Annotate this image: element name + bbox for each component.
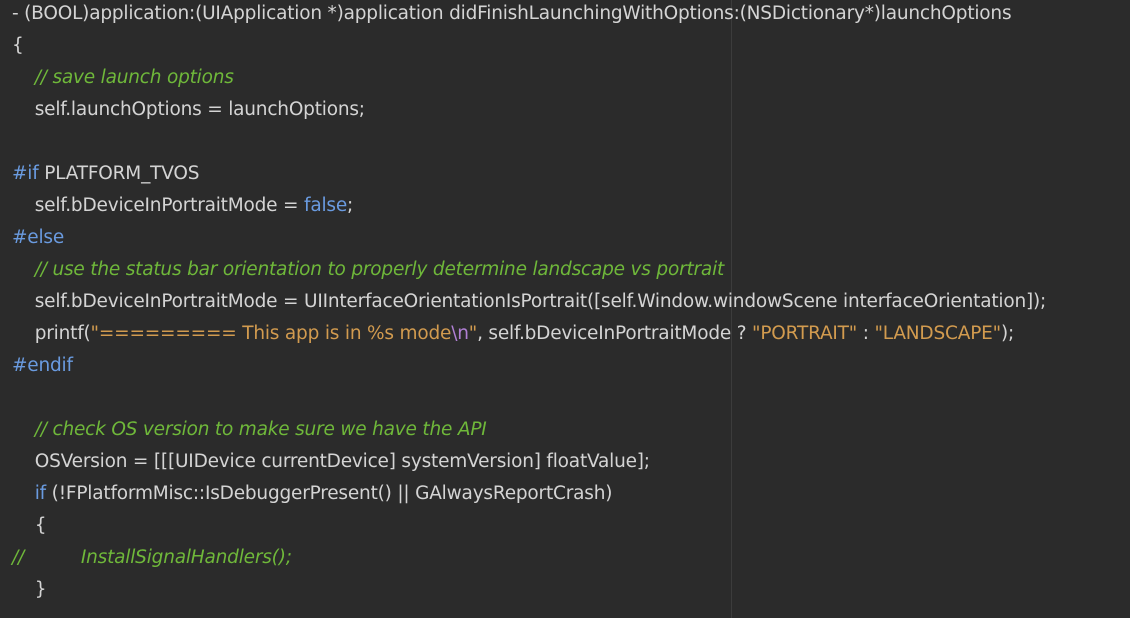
code-line[interactable]: // use the status bar orientation to pro… [12, 254, 725, 286]
code-token-plain: { [12, 515, 47, 536]
code-token-plain: ); [1000, 323, 1015, 344]
code-token-preproc: #if [12, 163, 39, 184]
code-token-string: " [468, 323, 478, 344]
code-token-plain: self.bDeviceInPortraitMode = UIInterface… [12, 291, 1047, 312]
code-line[interactable]: if (!FPlatformMisc::IsDebuggerPresent() … [12, 478, 613, 510]
code-line[interactable]: } [12, 574, 47, 606]
code-token-string: "========= This app is in %s mode [90, 323, 452, 344]
code-token-plain: self.bDeviceInPortraitMode = [12, 195, 305, 216]
code-token-plain: ; [347, 195, 354, 216]
code-line[interactable]: { [12, 510, 47, 542]
code-token-comment: // save launch options [12, 67, 234, 88]
code-line[interactable]: self.bDeviceInPortraitMode = false; [12, 190, 354, 222]
code-line[interactable]: #else [12, 222, 64, 254]
code-line[interactable]: // save launch options [12, 62, 234, 94]
code-token-comment: // use the status bar orientation to pro… [12, 259, 725, 280]
code-editor[interactable]: - (BOOL)application:(UIApplication *)app… [0, 0, 1130, 618]
code-line[interactable]: OSVersion = [[[UIDevice currentDevice] s… [12, 446, 650, 478]
code-token-plain: , self.bDeviceInPortraitMode ? [477, 323, 753, 344]
code-line[interactable]: - (BOOL)application:(UIApplication *)app… [12, 0, 1012, 30]
code-token-string: "PORTRAIT" [752, 323, 858, 344]
code-token-keyword: false [304, 195, 348, 216]
code-token-string: "LANDSCAPE" [874, 323, 1002, 344]
code-token-plain: PLATFORM_TVOS [38, 163, 200, 184]
code-line[interactable]: #endif [12, 350, 73, 382]
code-line[interactable]: { [12, 30, 24, 62]
code-token-comment: // check OS version to make sure we have… [12, 419, 487, 440]
code-line[interactable]: self.launchOptions = launchOptions; [12, 94, 365, 126]
code-token-comment: // InstallSignalHandlers(); [12, 547, 292, 568]
code-token-plain: printf( [12, 323, 91, 344]
code-token-plain: { [12, 35, 24, 56]
code-token-preproc: #else [12, 227, 65, 248]
code-token-plain: OSVersion = [[[UIDevice currentDevice] s… [12, 451, 650, 472]
code-token-escape: \n [451, 323, 469, 344]
code-token-preproc: #endif [12, 355, 73, 376]
code-line[interactable]: // check OS version to make sure we have… [12, 414, 487, 446]
code-line[interactable]: // InstallSignalHandlers(); [12, 542, 292, 574]
code-token-plain: self.launchOptions = launchOptions; [12, 99, 365, 120]
code-line[interactable]: self.bDeviceInPortraitMode = UIInterface… [12, 286, 1047, 318]
code-token-plain: - (BOOL)application:(UIApplication *)app… [12, 3, 1012, 24]
code-line[interactable]: #if PLATFORM_TVOS [12, 158, 199, 190]
code-token-plain: : [857, 323, 875, 344]
code-token-plain: (!FPlatformMisc::IsDebuggerPresent() || … [46, 483, 613, 504]
code-token-plain: } [12, 579, 47, 600]
code-token-keyword: if [34, 483, 46, 504]
code-line[interactable]: printf("========= This app is in %s mode… [12, 318, 1014, 350]
